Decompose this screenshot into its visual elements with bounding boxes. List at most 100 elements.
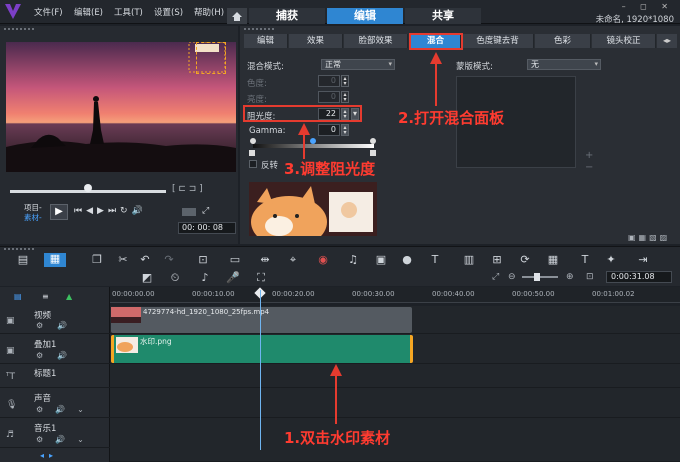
- window-controls[interactable]: – ◻ ✕: [622, 2, 674, 11]
- effects-icon[interactable]: ✦: [604, 254, 618, 266]
- storyboard-view-icon[interactable]: ▤: [16, 254, 30, 266]
- video-clip-name: 4729774-hd_1920_1080_25fps.mp4: [143, 308, 270, 316]
- add-mask-icon[interactable]: +: [585, 150, 593, 161]
- play-button[interactable]: ▶: [50, 204, 68, 220]
- preview-timecode[interactable]: 00: 00: 08: [178, 222, 236, 234]
- timeline-ruler[interactable]: 00:00:00.00 00:00:10.00 00:00:20.00 00:0…: [110, 287, 680, 303]
- clip-mode-label[interactable]: 素材-: [24, 212, 42, 223]
- redo-icon[interactable]: ↷: [162, 254, 176, 266]
- menu-edit[interactable]: 编辑(E): [74, 6, 103, 18]
- playhead-line[interactable]: [260, 290, 261, 450]
- zoom-out-icon[interactable]: ⊖: [508, 272, 516, 282]
- hue-input[interactable]: 0: [318, 75, 340, 87]
- hd-icon[interactable]: [182, 208, 196, 216]
- record-icon[interactable]: ◉: [316, 254, 330, 266]
- tab-capture[interactable]: 捕获: [249, 8, 325, 24]
- zoom-slider[interactable]: [522, 276, 558, 278]
- subtab-face-effects[interactable]: 脸部效果: [344, 34, 408, 48]
- subtab-chroma-key[interactable]: 色度键去背: [462, 34, 534, 48]
- track-controls[interactable]: ⚙🔊⌄: [36, 435, 96, 444]
- title-icon[interactable]: T: [428, 254, 442, 266]
- video-clip[interactable]: 4729774-hd_1920_1080_25fps.mp4: [111, 307, 412, 333]
- levels-left-marker[interactable]: [249, 150, 255, 156]
- track-header-video[interactable]: ▣ 视频 ⚙🔊: [0, 306, 110, 334]
- chapter-icon[interactable]: ⛶: [254, 272, 268, 284]
- track-header-voice[interactable]: 🎙 声音 ⚙🔊⌄: [0, 388, 110, 418]
- scrub-handle[interactable]: [84, 184, 92, 192]
- audio-mixer-icon[interactable]: ♫: [346, 254, 360, 266]
- mic-icon[interactable]: 🎤: [226, 272, 240, 284]
- scroll-nav-icons[interactable]: ◂▸: [40, 451, 58, 460]
- subtitle-icon[interactable]: ▣: [374, 254, 388, 266]
- levels-white-handle[interactable]: [370, 138, 376, 144]
- track-controls[interactable]: ⚙🔊⌄: [36, 405, 96, 414]
- mask-mode-select[interactable]: 无: [527, 59, 601, 70]
- transport-buttons[interactable]: ⏮◀▶⏭↻🔊: [74, 206, 147, 216]
- app-logo-icon: [5, 4, 21, 19]
- timeline-view-icon[interactable]: ▦: [44, 253, 66, 267]
- timeline-timecode[interactable]: 0:00:31.08: [606, 271, 672, 283]
- track-header-overlay[interactable]: ▣ 叠加1 ⚙🔊: [0, 334, 110, 364]
- resize-icon[interactable]: ⌖: [286, 254, 300, 266]
- gamma-stepper[interactable]: ▴ ▾: [341, 124, 349, 136]
- zoom-in-icon[interactable]: ⊕: [566, 272, 574, 282]
- speed-icon[interactable]: ⏲: [168, 272, 182, 284]
- panel-grip[interactable]: [4, 28, 34, 31]
- subtab-edit[interactable]: 编辑: [244, 34, 288, 48]
- remove-mask-icon[interactable]: −: [585, 162, 593, 173]
- multicam-icon[interactable]: ▦: [546, 254, 560, 266]
- tab-edit[interactable]: 编辑: [327, 8, 403, 24]
- audio-icon[interactable]: ♪: [198, 272, 212, 284]
- tab-share[interactable]: 共享: [405, 8, 481, 24]
- invert-checkbox[interactable]: [249, 160, 257, 168]
- track-controls[interactable]: ⚙🔊: [36, 321, 81, 330]
- chapter-list-icon[interactable]: ≡: [42, 292, 49, 301]
- chapter-marker-icon[interactable]: ▲: [66, 292, 72, 301]
- brightness-input[interactable]: 0: [318, 91, 340, 103]
- panel-grip[interactable]: [4, 248, 34, 251]
- subtab-scroll-arrows[interactable]: ◂▸: [657, 34, 677, 48]
- mask-mode-label: 蒙版模式:: [456, 62, 493, 72]
- undo-icon[interactable]: ↶: [138, 254, 152, 266]
- subtab-color[interactable]: 色彩: [535, 34, 591, 48]
- fit-project-icon[interactable]: ⤢: [492, 272, 499, 282]
- brightness-stepper[interactable]: ▴ ▾: [341, 91, 349, 103]
- menu-settings[interactable]: 设置(S): [154, 6, 183, 18]
- zoom-slider-handle[interactable]: [534, 273, 540, 281]
- fit-icon[interactable]: ⇹: [258, 254, 272, 266]
- track-manager-icon[interactable]: ▤: [14, 292, 22, 301]
- blend-mode-select[interactable]: 正常: [321, 59, 395, 70]
- text-icon[interactable]: T: [578, 254, 592, 266]
- subtab-lens-correction[interactable]: 镜头校正: [592, 34, 656, 48]
- hue-stepper[interactable]: ▴ ▾: [341, 75, 349, 87]
- pan-icon[interactable]: ⊞: [490, 254, 504, 266]
- color-grade-icon[interactable]: ◩: [140, 272, 154, 284]
- track-header-title[interactable]: ᵀT 标题1: [0, 364, 110, 388]
- panel-footer-icons[interactable]: ▣▦▧▨: [628, 233, 670, 242]
- home-tab[interactable]: [227, 8, 247, 24]
- motion-icon[interactable]: ●: [400, 254, 414, 266]
- export-icon[interactable]: ⇥: [636, 254, 650, 266]
- gamma-input[interactable]: 0: [318, 124, 340, 136]
- menu-file[interactable]: 文件(F): [34, 6, 63, 18]
- menu-tools[interactable]: 工具(T): [114, 6, 143, 18]
- copy-icon[interactable]: ❐: [90, 254, 104, 266]
- menu-help[interactable]: 帮助(H): [194, 6, 224, 18]
- fit-timeline-icon[interactable]: ⊡: [586, 272, 594, 282]
- watermark-bounding-box[interactable]: [196, 42, 226, 74]
- levels-black-handle[interactable]: [250, 138, 256, 144]
- tools-icon[interactable]: ✂: [116, 254, 130, 266]
- track-controls[interactable]: ⚙🔊: [36, 351, 81, 360]
- loop-icon[interactable]: ⟳: [518, 254, 532, 266]
- panel-grip[interactable]: [244, 28, 274, 31]
- split-icon[interactable]: ▥: [462, 254, 476, 266]
- expand-icon[interactable]: ⤢: [202, 206, 209, 216]
- subtab-effects[interactable]: 效果: [289, 34, 343, 48]
- levels-right-marker[interactable]: [370, 150, 376, 156]
- watermark-overlay-clip[interactable]: 水印.png: [111, 335, 413, 363]
- track-header-music[interactable]: ♬ 音乐1 ⚙🔊⌄: [0, 418, 110, 448]
- trim-markers[interactable]: [ ⊏ ⊐ ]: [172, 184, 203, 194]
- image-icon[interactable]: ▭: [228, 254, 242, 266]
- ruler-tick: 00:00:30.00: [352, 290, 395, 298]
- crop-icon[interactable]: ⊡: [196, 254, 210, 266]
